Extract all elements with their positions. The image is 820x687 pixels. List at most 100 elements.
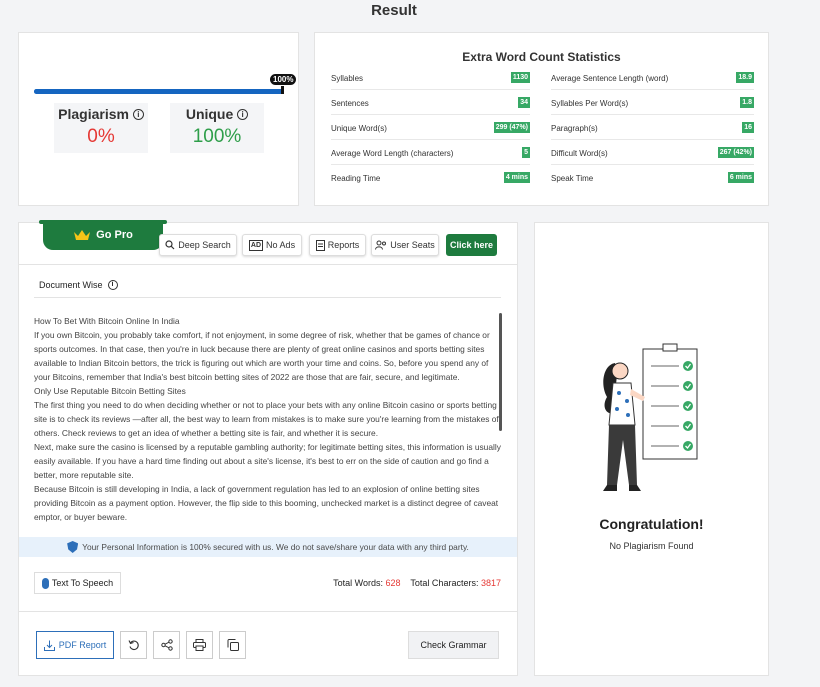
check-grammar-button[interactable]: Check Grammar [408, 631, 499, 659]
total-chars-label: Total Characters: [410, 578, 479, 588]
document-paragraph: Because Bitcoin is still developing in I… [34, 484, 499, 522]
stats-badge: 299 (47%) [493, 122, 530, 133]
info-icon[interactable]: i [107, 280, 118, 290]
unique-label: Unique [185, 106, 234, 122]
stats-badge: 5 [522, 147, 530, 158]
no-ads-button[interactable]: AD No Ads [242, 234, 302, 256]
congrats-subtitle: No Plagiarism Found [609, 541, 694, 551]
stats-badge: 34 [518, 97, 530, 108]
stats-label: Average Sentence Length (word) [551, 74, 669, 83]
go-pro-button[interactable]: Go Pro [39, 220, 167, 250]
reports-label: Reports [327, 240, 360, 250]
stats-label: Reading Time [331, 174, 381, 183]
printer-icon [193, 639, 206, 651]
undo-icon [128, 640, 139, 651]
plagiarism-label: Plagiarism [58, 106, 129, 122]
document-wise-heading: Document Wise i [39, 280, 118, 290]
progress-fill [34, 89, 284, 94]
reset-button[interactable] [120, 631, 147, 659]
progress-label: 100% [269, 73, 298, 86]
crown-icon [74, 230, 91, 240]
result-card: 100% Plagiarism i 0% Unique i 100% [18, 32, 299, 206]
divider [19, 611, 517, 612]
search-icon [165, 240, 175, 250]
word-counts: Total Words: 628 Total Characters: 3817 [333, 578, 501, 588]
stats-label: Sentences [331, 99, 369, 108]
document-wise-label: Document Wise [39, 280, 103, 290]
document-paragraph: How To Bet With Bitcoin Online In India [34, 316, 180, 326]
copy-button[interactable] [219, 631, 246, 659]
pdf-report-label: PDF Report [58, 640, 107, 650]
report-icon [315, 239, 325, 251]
stats-label: Average Word Length (characters) [331, 149, 454, 158]
stats-badge: 1.8 [740, 97, 754, 108]
divider [19, 264, 517, 265]
microphone-icon [41, 577, 49, 589]
share-button[interactable] [153, 631, 180, 659]
document-paragraph: If you own Bitcoin, you probably take co… [34, 330, 490, 382]
pdf-report-button[interactable]: PDF Report [36, 631, 114, 659]
total-words-label: Total Words: [333, 578, 384, 588]
info-icon[interactable]: i [132, 109, 144, 120]
document-paragraph: Next, make sure the casino is licensed b… [34, 442, 501, 480]
stats-row: Difficult Word(s) 267 (42%) [551, 141, 754, 165]
click-here-button[interactable]: Click here [446, 234, 497, 256]
total-words-value: 628 [385, 578, 401, 588]
stats-label: Unique Word(s) [331, 124, 387, 133]
total-chars-value: 3817 [480, 578, 501, 588]
result-summary-card: Congratulation! No Plagiarism Found [534, 222, 769, 676]
deep-search-label: Deep Search [178, 240, 231, 250]
document-panel: Go Pro Deep Search AD No Ads Reports Use… [18, 220, 518, 676]
deep-search-button[interactable]: Deep Search [159, 234, 237, 256]
stats-label: Paragraph(s) [551, 124, 598, 133]
stats-label: Difficult Word(s) [551, 149, 608, 158]
word-stats-card: Extra Word Count Statistics Syllables 11… [314, 32, 769, 206]
print-button[interactable] [186, 631, 213, 659]
text-to-speech-button[interactable]: Text To Speech [34, 572, 121, 594]
page-title: Result [371, 2, 417, 19]
secure-notice-text: Your Personal Information is 100% secure… [82, 542, 469, 552]
stats-row: Syllables 1130 [331, 66, 530, 90]
stats-badge: 267 (42%) [717, 147, 754, 158]
ad-block-icon: AD [248, 239, 264, 251]
user-seats-label: User Seats [390, 240, 435, 250]
stats-row: Unique Word(s) 299 (47%) [331, 116, 530, 140]
download-icon [43, 640, 55, 651]
divider [34, 297, 501, 298]
document-paragraph: The first thing you need to do when deci… [34, 400, 499, 438]
stats-row: Sentences 34 [331, 91, 530, 115]
plagiarism-box: Plagiarism i 0% [54, 103, 148, 153]
checklist-illustration [603, 343, 698, 491]
stats-row: Average Word Length (characters) 5 [331, 141, 530, 165]
info-icon[interactable]: i [237, 109, 249, 120]
stats-row: Paragraph(s) 16 [551, 116, 754, 140]
progress-bar [34, 82, 284, 94]
copy-icon [227, 639, 239, 651]
text-to-speech-label: Text To Speech [51, 578, 114, 588]
stats-row: Syllables Per Word(s) 1.8 [551, 91, 754, 115]
stats-row: Average Sentence Length (word) 18.9 [551, 66, 754, 90]
stats-badge: 1130 [510, 72, 530, 83]
congrats-title: Congratulation! [599, 516, 704, 532]
unique-box: Unique i 100% [170, 103, 264, 153]
stats-badge: 16 [742, 122, 754, 133]
go-pro-label: Go Pro [96, 229, 133, 241]
stats-row: Speak Time 6 mins [551, 166, 754, 190]
stats-badge: 6 mins [727, 172, 754, 183]
users-icon [375, 240, 387, 250]
scrollbar[interactable] [499, 313, 502, 431]
share-icon [160, 639, 173, 651]
stats-row: Reading Time 4 mins [331, 166, 530, 190]
stats-badge: 18.9 [736, 72, 754, 83]
no-ads-label: No Ads [266, 240, 296, 250]
stats-label: Speak Time [551, 174, 594, 183]
document-text[interactable]: How To Bet With Bitcoin Online In India … [34, 314, 501, 534]
stats-title: Extra Word Count Statistics [462, 50, 621, 64]
document-paragraph: Only Use Reputable Bitcoin Betting Sites [34, 386, 186, 396]
user-seats-button[interactable]: User Seats [371, 234, 439, 256]
secure-notice: Your Personal Information is 100% secure… [19, 537, 517, 557]
reports-button[interactable]: Reports [309, 234, 366, 256]
stats-badge: 4 mins [503, 172, 530, 183]
shield-icon [67, 541, 79, 553]
unique-value: 100% [192, 126, 242, 147]
